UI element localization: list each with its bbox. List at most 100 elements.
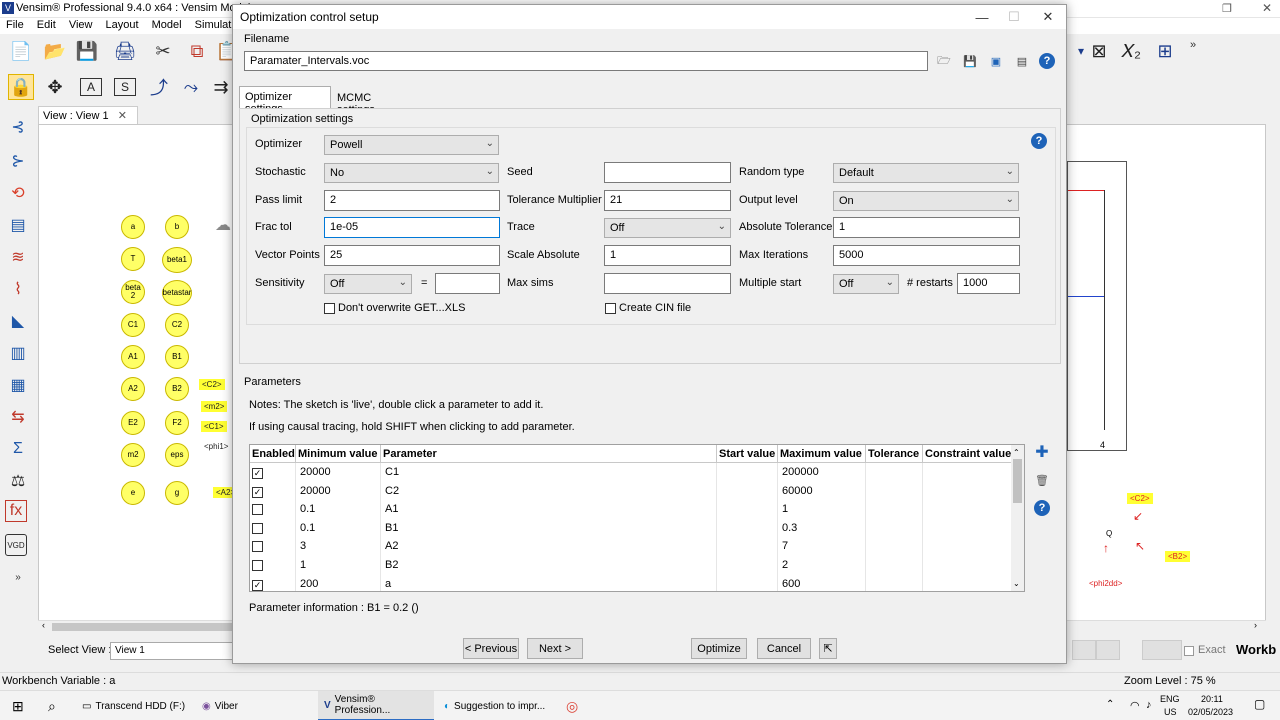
parameter-cell[interactable]: C1 [381, 463, 717, 482]
tolerance-cell[interactable] [866, 463, 923, 482]
parameters-help-button[interactable]: ? [1033, 499, 1051, 517]
tab-optimizer-settings[interactable]: Optimizer settings [239, 86, 331, 115]
col-minimum-value[interactable]: Minimum value [296, 445, 381, 463]
lock-icon[interactable]: 🔒 [8, 74, 34, 100]
min-value-cell[interactable]: 0.1 [296, 518, 381, 538]
save-icon[interactable]: 💾 [961, 52, 979, 70]
table-time-icon[interactable]: ⇆ [5, 404, 31, 430]
menu-view[interactable]: View [69, 19, 93, 31]
edit-file-icon[interactable]: ▤ [1013, 52, 1031, 70]
diagram-variable[interactable]: e [121, 481, 145, 505]
create-cin-checkbox[interactable] [605, 303, 616, 314]
fx-icon[interactable]: fx [5, 500, 27, 522]
view-tab[interactable]: View : View 1 ✕ [38, 106, 138, 124]
tolerance-cell[interactable] [866, 574, 923, 591]
exact-checkbox[interactable] [1184, 646, 1194, 656]
start-value-cell[interactable] [717, 500, 778, 520]
optimizer-select[interactable]: Powell ⌄ [324, 135, 499, 155]
menu-edit[interactable]: Edit [37, 19, 56, 31]
clock-time[interactable]: 20:11 [1201, 694, 1223, 704]
shadow-variable[interactable]: <phi1> [201, 441, 231, 452]
close-icon[interactable]: ✕ [1032, 5, 1064, 29]
max-iterations-input[interactable]: 5000 [833, 245, 1020, 266]
diagram-variable[interactable]: b [165, 215, 189, 239]
variable-tool-icon[interactable]: A [80, 78, 102, 96]
scroll-right-icon[interactable]: › [1254, 620, 1257, 630]
close-tab-icon[interactable]: ✕ [118, 110, 127, 122]
menu-file[interactable]: File [6, 19, 24, 31]
diagram-variable[interactable]: B2 [165, 377, 189, 401]
max-value-cell[interactable]: 600 [778, 574, 866, 591]
shadow-variable[interactable]: <C1> [201, 421, 227, 432]
enabled-cell[interactable] [250, 518, 296, 538]
language-indicator[interactable]: ENG [1160, 694, 1180, 704]
enabled-checkbox[interactable] [252, 541, 263, 553]
shadow-variable[interactable]: <C2> [199, 379, 225, 390]
diagram-variable[interactable]: g [165, 481, 189, 505]
runs-compare-icon[interactable]: ◣ [5, 308, 31, 334]
more-icon[interactable]: » [1180, 32, 1206, 58]
enabled-checkbox[interactable]: ✓ [252, 468, 263, 479]
volume-icon[interactable]: ♪ [1146, 699, 1152, 711]
parameter-cell[interactable]: C2 [381, 481, 717, 501]
diagram-variable[interactable]: C2 [165, 313, 189, 337]
clock-date[interactable]: 02/05/2023 [1188, 707, 1233, 717]
wifi-icon[interactable]: ◠ [1130, 699, 1140, 712]
causes-tree-icon[interactable]: ⊰ [5, 114, 31, 140]
enabled-cell[interactable] [250, 556, 296, 575]
cancel-button[interactable]: Cancel [757, 638, 811, 659]
max-value-cell[interactable]: 60000 [778, 481, 866, 501]
parameter-cell[interactable]: A1 [381, 500, 717, 520]
tool-button[interactable] [1072, 640, 1096, 660]
restore-icon[interactable]: ❐ [1222, 2, 1232, 15]
table-vscrollbar[interactable]: ⌃ ⌄ [1011, 445, 1024, 591]
help-button[interactable]: ? [1038, 52, 1056, 70]
start-value-cell[interactable] [717, 574, 778, 591]
rate-tool-icon[interactable]: ⤳ [178, 74, 204, 100]
diagram-variable[interactable]: beta1 [162, 247, 192, 273]
enabled-cell[interactable] [250, 500, 296, 520]
min-value-cell[interactable]: 20000 [296, 481, 381, 501]
maximize-icon[interactable]: ☐ [998, 5, 1030, 29]
max-value-cell[interactable]: 1 [778, 500, 866, 520]
col-maximum-value[interactable]: Maximum value [778, 445, 866, 463]
settings-help-button[interactable]: ? [1030, 132, 1048, 150]
table-row[interactable]: 0.1 B1 0.3 [250, 518, 1012, 538]
enabled-cell[interactable]: ✓ [250, 463, 296, 482]
menu-model[interactable]: Model [152, 19, 182, 31]
table-row[interactable]: ✓ 200 a 600 [250, 574, 1012, 591]
diagram-variable[interactable]: F2 [165, 411, 189, 435]
tolerance-multiplier-input[interactable]: 21 [604, 190, 731, 211]
random-type-select[interactable]: Default ⌄ [833, 163, 1019, 183]
previous-button[interactable]: < Previous [463, 638, 519, 659]
parameter-cell[interactable]: B2 [381, 556, 717, 575]
start-value-cell[interactable] [717, 537, 778, 557]
scroll-down-icon[interactable]: ⌄ [1013, 579, 1020, 588]
trace-select[interactable]: Off ⌄ [604, 218, 731, 238]
taskbar-item-viber[interactable]: ◉ Viber [196, 691, 312, 720]
taskbar-item-edge[interactable]: ◐ Suggestion to impr... [438, 691, 554, 720]
loops-icon[interactable]: ⟲ [5, 180, 31, 206]
start-value-cell[interactable] [717, 463, 778, 482]
select-view-dropdown[interactable]: View 1 [110, 642, 240, 660]
diagram-variable[interactable]: E2 [121, 411, 145, 435]
save-as-icon[interactable]: ▣ [987, 52, 1005, 70]
vgd-icon[interactable]: VGD [5, 534, 27, 556]
next-button[interactable]: Next > [527, 638, 583, 659]
enabled-checkbox[interactable] [252, 504, 263, 516]
pass-limit-input[interactable]: 2 [324, 190, 500, 211]
col-enabled[interactable]: Enabled [250, 445, 296, 463]
max-value-cell[interactable]: 0.3 [778, 518, 866, 538]
table-row[interactable]: ✓ 20000 C1 200000 [250, 463, 1012, 482]
min-value-cell[interactable]: 20000 [296, 463, 381, 482]
absolute-tolerance-input[interactable]: 1 [833, 217, 1020, 238]
export-icon[interactable]: ⇱ [819, 638, 837, 659]
diagram-variable[interactable]: a [121, 215, 145, 239]
constraint-cell[interactable] [923, 481, 1012, 501]
dropdown-button[interactable] [1142, 640, 1182, 660]
max-value-cell[interactable]: 200000 [778, 463, 866, 482]
col-tolerance[interactable]: Tolerance [866, 445, 923, 463]
sum-icon[interactable]: Σ [5, 436, 31, 462]
diagram-variable[interactable]: m2 [121, 443, 145, 467]
table-row[interactable]: 0.1 A1 1 [250, 500, 1012, 520]
